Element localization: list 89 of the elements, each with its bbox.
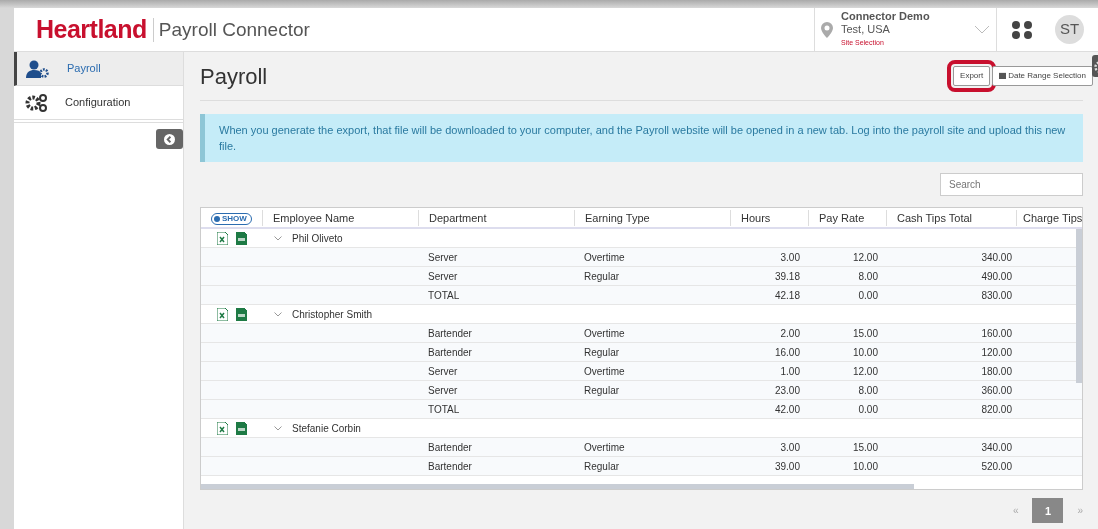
- app-title: Payroll Connector: [152, 17, 310, 42]
- brand-logo: Heartland: [36, 13, 147, 45]
- sidebar-item[interactable]: Configuration: [14, 86, 183, 120]
- employee-name: Phil Oliveto: [292, 231, 343, 246]
- table-cell-text: 120.00: [980, 345, 1013, 360]
- table-cell-text: Regular: [583, 269, 621, 284]
- expand-toggle[interactable]: [274, 235, 282, 241]
- table-cell-text: 8.00: [857, 383, 879, 398]
- column-header[interactable]: Charge Tips: [1016, 209, 1082, 227]
- table-cell-text: 23.00: [773, 383, 801, 398]
- gears-icon: [24, 92, 48, 113]
- table-cell-text: 520.00: [980, 459, 1013, 474]
- user-gear-icon: [26, 59, 50, 78]
- table-cell-text: 10.00: [851, 459, 879, 474]
- table-cell-text: Server: [427, 364, 459, 379]
- table-cell-text: 8.00: [857, 269, 879, 284]
- table-cell-text: Overtime: [583, 250, 626, 265]
- table-cell-text: 12.00: [851, 250, 879, 265]
- table-cell-text: 12.00: [851, 364, 879, 379]
- table-cell-text: Overtime: [583, 326, 626, 341]
- vertical-scrollbar[interactable]: [1076, 229, 1082, 384]
- location-pin-icon: [821, 21, 833, 38]
- site-name: Connector Demo: [841, 10, 930, 23]
- table-cell-text: 10.00: [851, 345, 879, 360]
- csv-file-icon[interactable]: [236, 231, 247, 245]
- table-cell-text: 490.00: [980, 269, 1013, 284]
- table-cell-text: Regular: [583, 345, 621, 360]
- table-cell-text: Regular: [583, 383, 621, 398]
- table-cell-text: Server: [427, 250, 459, 265]
- table-cell-text: Bartender: [427, 326, 473, 341]
- user-avatar[interactable]: ST: [1055, 15, 1084, 44]
- excel-file-icon[interactable]: [217, 421, 228, 435]
- table-cell-text: 0.00: [857, 288, 879, 303]
- employee-name: Christopher Smith: [292, 307, 373, 322]
- site-location: Test, USA: [841, 23, 891, 36]
- table-cell-text: 3.00: [779, 250, 801, 265]
- sidebar-item[interactable]: Payroll: [14, 52, 183, 86]
- date-range-button[interactable]: Date Range Selection: [992, 66, 1093, 86]
- column-header[interactable]: Department: [418, 209, 574, 227]
- table-cell-text: 15.00: [851, 440, 879, 455]
- csv-file-icon[interactable]: [236, 421, 247, 435]
- table-cell-text: 360.00: [980, 383, 1013, 398]
- expand-toggle[interactable]: [274, 311, 282, 317]
- info-message: When you generate the export, that file will be downloaded to your computer, and the Payroll website will be opened in a new tab. Log into the payroll site and upload this new file.: [200, 114, 1083, 163]
- excel-file-icon[interactable]: [217, 307, 228, 321]
- expand-toggle[interactable]: [274, 425, 282, 431]
- horizontal-scrollbar[interactable]: [201, 484, 914, 490]
- table-cell-text: 39.00: [773, 459, 801, 474]
- collapse-sidebar-button[interactable]: [156, 129, 183, 149]
- table-cell-text: 340.00: [980, 250, 1013, 265]
- employee-name: Stefanie Corbin: [292, 421, 361, 436]
- table-cell-text: Overtime: [583, 364, 626, 379]
- table-cell-text: 39.18: [773, 269, 801, 284]
- table-cell-text: Server: [427, 383, 459, 398]
- search-field[interactable]: Search: [940, 173, 1083, 197]
- apps-grid-icon[interactable]: [1011, 19, 1033, 40]
- page-link[interactable]: 1: [1032, 498, 1064, 524]
- table-cell-text: 1.00: [779, 364, 801, 379]
- table-cell-text: Bartender: [427, 440, 473, 455]
- table-cell-text: Server: [427, 269, 459, 284]
- table-cell-text: Regular: [583, 459, 621, 474]
- column-header[interactable]: Cash Tips Total: [886, 209, 1016, 227]
- show-toggle[interactable]: SHOW: [211, 212, 252, 225]
- excel-file-icon[interactable]: [217, 231, 228, 245]
- table-cell-text: Overtime: [583, 440, 626, 455]
- table-cell-text: 16.00: [773, 345, 801, 360]
- table-cell-text: TOTAL: [427, 288, 461, 303]
- chevron-down-icon: [974, 25, 990, 34]
- table-cell-text: Bartender: [427, 345, 473, 360]
- column-header[interactable]: Pay Rate: [808, 209, 886, 227]
- table-cell-text: 42.00: [773, 402, 801, 417]
- table-cell-text: Bartender: [427, 459, 473, 474]
- column-header[interactable]: Hours: [730, 209, 808, 227]
- page-title: Payroll: [200, 64, 268, 91]
- csv-file-icon[interactable]: [236, 307, 247, 321]
- table-cell-text: 820.00: [980, 402, 1013, 417]
- column-header[interactable]: Earning Type: [574, 209, 730, 227]
- table-cell-text: 0.00: [857, 402, 879, 417]
- table-cell-text: 3.00: [779, 440, 801, 455]
- column-header[interactable]: Employee Name: [262, 209, 418, 227]
- table-cell-text: 340.00: [980, 440, 1013, 455]
- table-cell-text: 2.00: [779, 326, 801, 341]
- table-cell-text: 160.00: [980, 326, 1013, 341]
- table-cell-text: 180.00: [980, 364, 1013, 379]
- table-cell-text: 42.18: [773, 288, 801, 303]
- table-cell-text: 830.00: [980, 288, 1013, 303]
- table-cell-text: TOTAL: [427, 402, 461, 417]
- table-cell-text: 15.00: [851, 326, 879, 341]
- arrow-left-icon: [164, 134, 175, 146]
